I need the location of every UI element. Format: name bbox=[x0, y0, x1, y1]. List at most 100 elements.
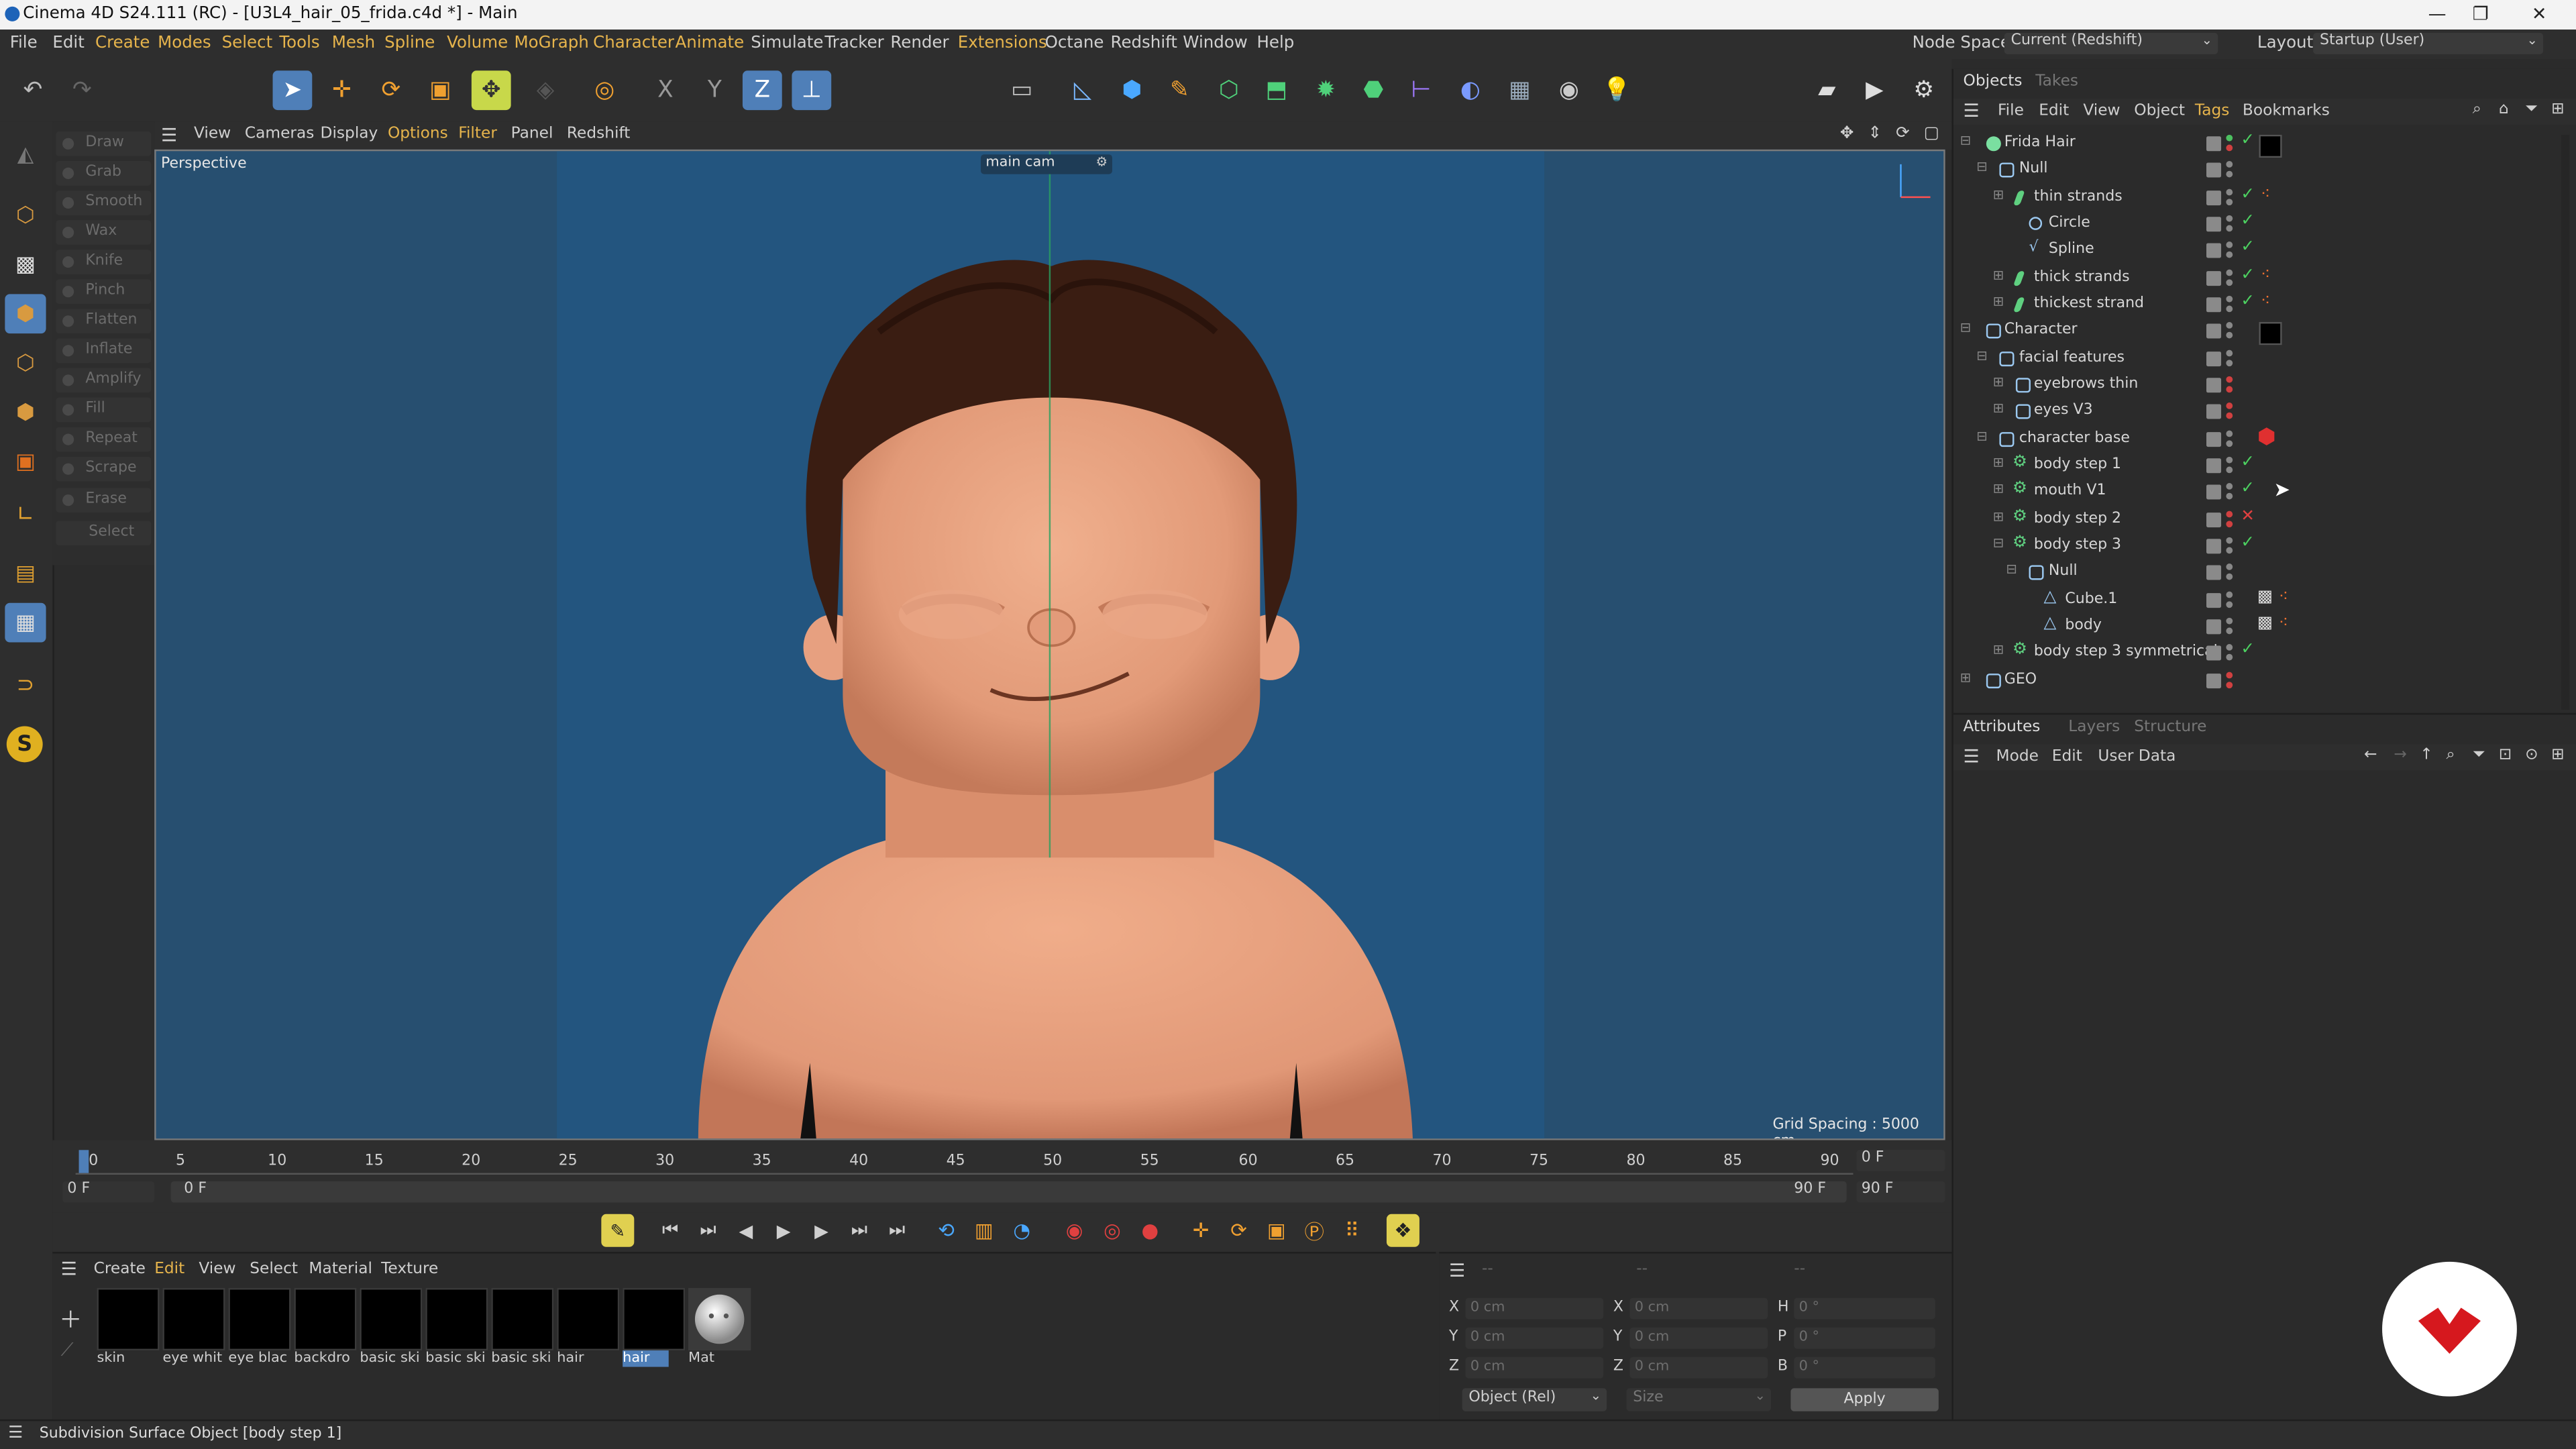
visibility-dots[interactable] bbox=[2226, 456, 2233, 475]
menu-create[interactable]: Create bbox=[95, 34, 150, 52]
menu-mesh[interactable]: Mesh bbox=[332, 34, 375, 52]
menu-simulate[interactable]: Simulate bbox=[751, 34, 823, 52]
pos-y-field[interactable]: 0 cm bbox=[1465, 1327, 1604, 1349]
render-icon[interactable]: ▶ bbox=[1855, 70, 1894, 110]
hair-tag-icon[interactable]: ⁖ bbox=[2261, 266, 2270, 284]
visibility-dots[interactable] bbox=[2226, 376, 2233, 394]
object-row-spline[interactable]: √ Spline ✓ bbox=[1953, 238, 2561, 264]
record-icon[interactable]: ● bbox=[1134, 1214, 1167, 1247]
sculpt-knife[interactable]: Knife bbox=[56, 250, 152, 274]
material-swatch-backdrop[interactable] bbox=[294, 1288, 357, 1351]
menu-file[interactable]: File bbox=[10, 34, 38, 52]
menu-character[interactable]: Character bbox=[593, 34, 674, 52]
object-row-character[interactable]: ⊟ Character bbox=[1953, 319, 2561, 345]
visibility-dots[interactable] bbox=[2226, 350, 2233, 368]
go-to-start-icon[interactable]: ⏮ bbox=[654, 1214, 687, 1247]
edit-icon[interactable] bbox=[2206, 645, 2222, 661]
hamburger-icon[interactable]: ☰ bbox=[161, 125, 177, 146]
render-settings-icon[interactable]: ⚙ bbox=[1904, 70, 1943, 110]
obj-menu-view[interactable]: View bbox=[2083, 102, 2120, 120]
edges-mode-icon[interactable]: ⬡ bbox=[5, 343, 46, 383]
settings-icon[interactable]: ⊙ bbox=[2525, 746, 2538, 764]
motion-system-icon[interactable]: ❖ bbox=[1386, 1214, 1419, 1247]
collapse-icon[interactable]: ⊟ bbox=[1993, 535, 2004, 550]
search-icon[interactable]: ⌕ bbox=[2447, 746, 2455, 764]
model-mode-icon[interactable]: ◎ bbox=[585, 70, 625, 110]
object-row-body-step-3-symmetrical[interactable]: ⊞ ⚙ body step 3 symmetrical ✓ bbox=[1953, 641, 2561, 667]
edit-icon[interactable] bbox=[2206, 619, 2222, 635]
edit-icon[interactable] bbox=[2206, 404, 2222, 419]
material-tag-icon[interactable] bbox=[2259, 134, 2282, 158]
material-sphere-tag-icon[interactable]: ⬢ bbox=[2257, 425, 2276, 450]
collapse-icon[interactable]: ⊟ bbox=[1976, 348, 1987, 363]
current-frame-field[interactable]: 0 F bbox=[1856, 1150, 1945, 1172]
attr-menu-mode[interactable]: Mode bbox=[1996, 747, 2039, 765]
model-mode-icon[interactable]: ⬡ bbox=[5, 195, 46, 235]
expand-icon[interactable]: ⊞ bbox=[1993, 187, 2004, 202]
sculpt-smooth[interactable]: Smooth bbox=[56, 191, 152, 215]
edit-icon[interactable] bbox=[2206, 297, 2222, 313]
render-view-icon[interactable]: ▭ bbox=[1002, 70, 1042, 110]
vertex-map-tag-icon[interactable]: ⁖ bbox=[2279, 614, 2288, 633]
edit-icon[interactable] bbox=[2206, 484, 2222, 500]
undo-icon[interactable]: ↶ bbox=[13, 70, 53, 110]
apply-button[interactable]: Apply bbox=[1790, 1388, 1939, 1411]
collapse-icon[interactable]: ⊟ bbox=[1960, 321, 1971, 335]
object-row-frida-hair[interactable]: ⊟ Frida Hair ✓ bbox=[1953, 131, 2561, 158]
edit-icon[interactable] bbox=[2206, 674, 2222, 689]
y-axis-icon[interactable]: Y bbox=[695, 70, 735, 110]
object-row-facial-features[interactable]: ⊟ facial features bbox=[1953, 347, 2561, 373]
vp-menu-filter[interactable]: Filter bbox=[458, 125, 497, 143]
tab-takes[interactable]: Takes bbox=[2035, 72, 2078, 91]
enable-check[interactable]: ✓ bbox=[2241, 453, 2255, 472]
edit-icon[interactable] bbox=[2206, 271, 2222, 286]
edit-icon[interactable] bbox=[2206, 458, 2222, 474]
visibility-dots[interactable] bbox=[2226, 537, 2233, 555]
edit-icon[interactable] bbox=[2206, 217, 2222, 232]
tab-layers[interactable]: Layers bbox=[2068, 718, 2120, 736]
rot-h-field[interactable]: 0 ° bbox=[1794, 1297, 1935, 1320]
end-frame-field[interactable]: 90 F bbox=[1856, 1181, 1945, 1203]
camera-icon[interactable]: ◺ bbox=[1063, 70, 1103, 110]
loop-icon[interactable]: ⟲ bbox=[930, 1214, 963, 1247]
sculpt-grab[interactable]: Grab bbox=[56, 161, 152, 186]
menu-spline[interactable]: Spline bbox=[384, 34, 435, 52]
visibility-dots[interactable] bbox=[2226, 672, 2233, 690]
sculpt-flatten[interactable]: Flatten bbox=[56, 309, 152, 334]
edit-material-icon[interactable]: ⟋ bbox=[61, 1339, 74, 1362]
expand-icon[interactable]: ⊞ bbox=[1993, 294, 2004, 309]
orbit-icon[interactable]: ⟳ bbox=[1896, 125, 1910, 143]
enable-check[interactable]: ✓ bbox=[2241, 480, 2255, 498]
object-row-eyes-v3[interactable]: ⊞ eyes V3 bbox=[1953, 399, 2561, 425]
key-parameter-icon[interactable]: Ⓟ bbox=[1298, 1214, 1331, 1247]
material-swatch-skin[interactable] bbox=[97, 1288, 160, 1351]
tab-attributes[interactable]: Attributes bbox=[1964, 718, 2041, 736]
axis-mode-icon[interactable]: ∟ bbox=[5, 494, 46, 534]
object-row-mouth-v1[interactable]: ⊞ ⚙ mouth V1 ✓ bbox=[1953, 480, 2561, 506]
vertex-map-tag-icon[interactable]: ⁖ bbox=[2279, 588, 2288, 606]
hamburger-icon[interactable]: ☰ bbox=[8, 1424, 23, 1442]
obj-menu-edit[interactable]: Edit bbox=[2039, 102, 2069, 120]
object-row-body-step-2[interactable]: ⊞ ⚙ body step 2 ✕ bbox=[1953, 508, 2561, 534]
fps-icon[interactable]: ▥ bbox=[967, 1214, 1000, 1247]
expand-icon[interactable]: ⊞ bbox=[1993, 643, 2004, 657]
object-row-body[interactable]: △ body ▩ ⁖ bbox=[1953, 614, 2561, 641]
object-row-thin-strands[interactable]: ⊞ thin strands ✓ ⁖ bbox=[1953, 186, 2561, 212]
rot-b-field[interactable]: 0 ° bbox=[1794, 1356, 1935, 1379]
enable-check[interactable]: ✓ bbox=[2241, 534, 2255, 552]
magnet-icon[interactable]: ⊃ bbox=[5, 665, 46, 705]
home-icon[interactable]: ⌂ bbox=[2499, 100, 2509, 118]
mat-menu-material[interactable]: Material bbox=[309, 1260, 372, 1278]
object-row-circle[interactable]: Circle ✓ bbox=[1953, 212, 2561, 238]
edit-icon[interactable] bbox=[2206, 243, 2222, 258]
object-row-cube-1[interactable]: △ Cube.1 ▩ ⁖ bbox=[1953, 588, 2561, 614]
key-rotation-icon[interactable]: ⟳ bbox=[1222, 1214, 1255, 1247]
visibility-dots[interactable] bbox=[2226, 295, 2233, 314]
close-icon[interactable]: ✕ bbox=[2532, 3, 2547, 25]
visibility-dots[interactable] bbox=[2226, 402, 2233, 421]
subdivision-icon[interactable]: ⬡ bbox=[1209, 70, 1248, 110]
checker-tag-icon[interactable]: ▩ bbox=[2257, 614, 2273, 633]
checker-tag-icon[interactable]: ▩ bbox=[2257, 588, 2273, 606]
camera-label[interactable]: main cam ⚙ bbox=[981, 154, 1112, 174]
material-swatch-eye-white[interactable] bbox=[162, 1288, 225, 1351]
